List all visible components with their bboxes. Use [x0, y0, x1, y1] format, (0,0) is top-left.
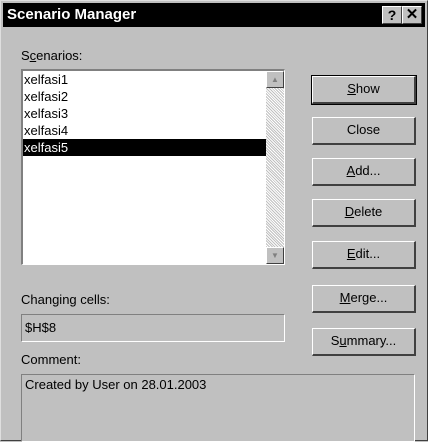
- show-button[interactable]: Show: [311, 75, 417, 105]
- list-item-selected[interactable]: xelfasi5: [23, 139, 267, 156]
- scenario-manager-dialog: Scenario Manager ? ✕ Scenarios: xelfasi1…: [0, 0, 428, 442]
- list-item[interactable]: xelfasi2: [23, 88, 267, 105]
- window-title: Scenario Manager: [7, 6, 137, 23]
- help-button[interactable]: ?: [382, 6, 402, 24]
- title-bar[interactable]: Scenario Manager ? ✕: [3, 3, 425, 27]
- list-item[interactable]: xelfasi4: [23, 122, 267, 139]
- changing-cells-label: Changing cells:: [21, 292, 110, 307]
- vertical-scrollbar[interactable]: ▲ ▼: [266, 71, 284, 264]
- add-button[interactable]: Add...: [312, 158, 416, 186]
- edit-button[interactable]: Edit...: [312, 241, 416, 269]
- scenarios-label-post: enarios:: [36, 48, 83, 63]
- scroll-down-arrow-icon[interactable]: ▼: [266, 247, 284, 264]
- delete-button[interactable]: Delete: [312, 199, 416, 227]
- close-button[interactable]: Close: [312, 117, 416, 145]
- scenarios-listbox[interactable]: xelfasi1 xelfasi2 xelfasi3 xelfasi4 xelf…: [21, 69, 285, 265]
- scenarios-label-pre: S: [21, 48, 30, 63]
- changing-cells-field: $H$8: [21, 314, 285, 342]
- comment-field: Created by User on 28.01.2003: [21, 374, 415, 442]
- scenarios-list: xelfasi1 xelfasi2 xelfasi3 xelfasi4 xelf…: [23, 71, 267, 156]
- scroll-up-arrow-icon[interactable]: ▲: [266, 71, 284, 88]
- close-window-button[interactable]: ✕: [402, 6, 422, 24]
- comment-label: Comment:: [21, 352, 81, 367]
- summary-button[interactable]: Summary...: [312, 328, 416, 356]
- scenarios-label: Scenarios:: [21, 48, 82, 63]
- merge-button[interactable]: Merge...: [312, 285, 416, 313]
- list-item[interactable]: xelfasi3: [23, 105, 267, 122]
- list-item[interactable]: xelfasi1: [23, 71, 267, 88]
